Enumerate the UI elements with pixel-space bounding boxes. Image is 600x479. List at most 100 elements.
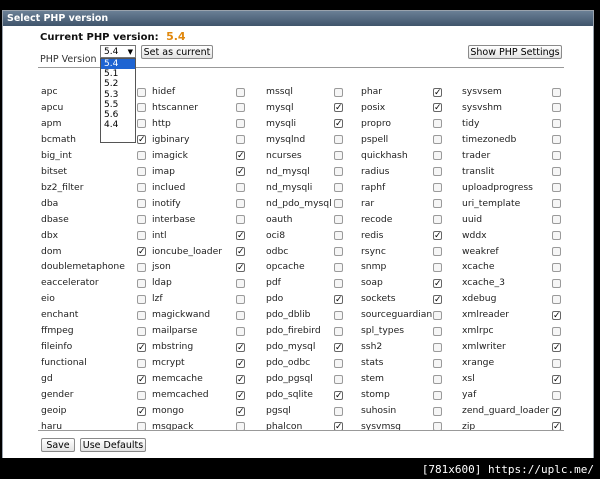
extension-checkbox[interactable]: ✓ [334,103,343,113]
extension-checkbox[interactable]: ✓ [236,167,245,177]
extension-checkbox[interactable] [334,326,343,336]
extension-checkbox[interactable] [137,310,146,320]
extension-checkbox[interactable] [433,406,442,416]
extension-checkbox[interactable] [236,183,245,193]
extension-checkbox[interactable] [137,278,146,288]
extension-checkbox[interactable] [137,326,146,336]
extension-checkbox[interactable] [137,390,146,400]
extension-checkbox[interactable] [433,135,442,145]
extension-checkbox[interactable] [433,326,442,336]
extension-checkbox[interactable] [236,87,245,97]
extension-checkbox[interactable] [334,406,343,416]
extension-checkbox[interactable] [137,262,146,272]
extension-checkbox[interactable]: ✓ [137,374,146,384]
php-version-option[interactable]: 5.2 [101,79,135,89]
extension-checkbox[interactable] [137,103,146,113]
extension-checkbox[interactable] [552,326,561,336]
extension-checkbox[interactable] [334,151,343,161]
php-version-option[interactable]: 5.6 [101,110,135,120]
extension-checkbox[interactable] [334,358,343,368]
extension-checkbox[interactable] [236,199,245,209]
extension-checkbox[interactable] [552,294,561,304]
extension-checkbox[interactable]: ✓ [236,262,245,272]
extension-checkbox[interactable] [433,262,442,272]
extension-checkbox[interactable] [552,87,561,97]
extension-checkbox[interactable] [334,262,343,272]
extension-checkbox[interactable] [137,167,146,177]
extension-checkbox[interactable]: ✓ [334,342,343,352]
extension-checkbox[interactable] [433,167,442,177]
extension-checkbox[interactable] [433,199,442,209]
extension-checkbox[interactable] [137,231,146,241]
extension-checkbox[interactable] [552,199,561,209]
extension-checkbox[interactable]: ✓ [552,406,561,416]
extension-checkbox[interactable] [433,310,442,320]
extension-checkbox[interactable] [236,294,245,304]
use-defaults-button[interactable]: Use Defaults [80,438,146,452]
extension-checkbox[interactable] [552,390,561,400]
extension-checkbox[interactable] [433,119,442,129]
extension-checkbox[interactable] [433,151,442,161]
extension-checkbox[interactable] [552,231,561,241]
extension-checkbox[interactable]: ✓ [552,374,561,384]
extension-checkbox[interactable]: ✓ [552,310,561,320]
php-version-option[interactable]: 5.4 [101,59,135,70]
php-version-option[interactable]: 4.4 [101,120,135,130]
php-version-select[interactable]: 5.4 ▼ [100,45,136,58]
extension-checkbox[interactable] [433,215,442,225]
extension-checkbox[interactable] [137,119,146,129]
extension-checkbox[interactable]: ✓ [552,342,561,352]
extension-checkbox[interactable] [552,247,561,256]
extension-checkbox[interactable] [334,183,343,193]
extension-checkbox[interactable]: ✓ [137,247,146,257]
extension-checkbox[interactable]: ✓ [137,135,146,145]
extension-checkbox[interactable] [433,390,442,400]
extension-checkbox[interactable]: ✓ [137,406,146,416]
extension-checkbox[interactable]: ✓ [236,390,245,400]
extension-checkbox[interactable] [552,167,561,177]
extension-checkbox[interactable] [236,278,245,288]
extension-checkbox[interactable] [334,199,343,209]
extension-checkbox[interactable] [334,167,343,177]
extension-checkbox[interactable] [334,247,343,256]
extension-checkbox[interactable]: ✓ [236,406,245,416]
extension-checkbox[interactable]: ✓ [334,294,343,304]
extension-checkbox[interactable]: ✓ [236,374,245,384]
extension-checkbox[interactable] [334,215,343,225]
set-as-current-button[interactable]: Set as current [141,45,213,59]
extension-checkbox[interactable]: ✓ [433,278,442,288]
extension-checkbox[interactable] [552,262,561,272]
extension-checkbox[interactable] [236,135,245,145]
extension-checkbox[interactable]: ✓ [236,358,245,368]
extension-checkbox[interactable] [552,215,561,225]
extension-checkbox[interactable]: ✓ [334,119,343,129]
extension-checkbox[interactable]: ✓ [236,247,245,257]
extension-checkbox[interactable] [433,247,442,256]
extension-checkbox[interactable] [137,199,146,209]
extension-checkbox[interactable] [552,278,561,288]
extension-checkbox[interactable] [334,374,343,384]
extension-checkbox[interactable]: ✓ [433,87,442,97]
extension-checkbox[interactable] [137,151,146,161]
extension-checkbox[interactable] [433,342,442,352]
extension-checkbox[interactable]: ✓ [433,231,442,241]
save-button[interactable]: Save [41,438,75,452]
extension-checkbox[interactable]: ✓ [137,342,146,352]
extension-checkbox[interactable] [334,231,343,241]
extension-checkbox[interactable] [552,103,561,113]
extension-checkbox[interactable] [334,135,343,145]
extension-checkbox[interactable]: ✓ [433,294,442,304]
extension-checkbox[interactable] [552,358,561,368]
extension-checkbox[interactable] [433,183,442,193]
extension-checkbox[interactable] [236,119,245,129]
extension-checkbox[interactable] [137,358,146,368]
extension-checkbox[interactable] [433,358,442,368]
extension-checkbox[interactable] [137,294,146,304]
extension-checkbox[interactable]: ✓ [433,103,442,113]
extension-checkbox[interactable]: ✓ [334,390,343,400]
extension-checkbox[interactable] [236,326,245,336]
extension-checkbox[interactable] [552,135,561,145]
extension-checkbox[interactable] [433,374,442,384]
extension-checkbox[interactable]: ✓ [236,151,245,161]
extension-checkbox[interactable] [137,215,146,225]
